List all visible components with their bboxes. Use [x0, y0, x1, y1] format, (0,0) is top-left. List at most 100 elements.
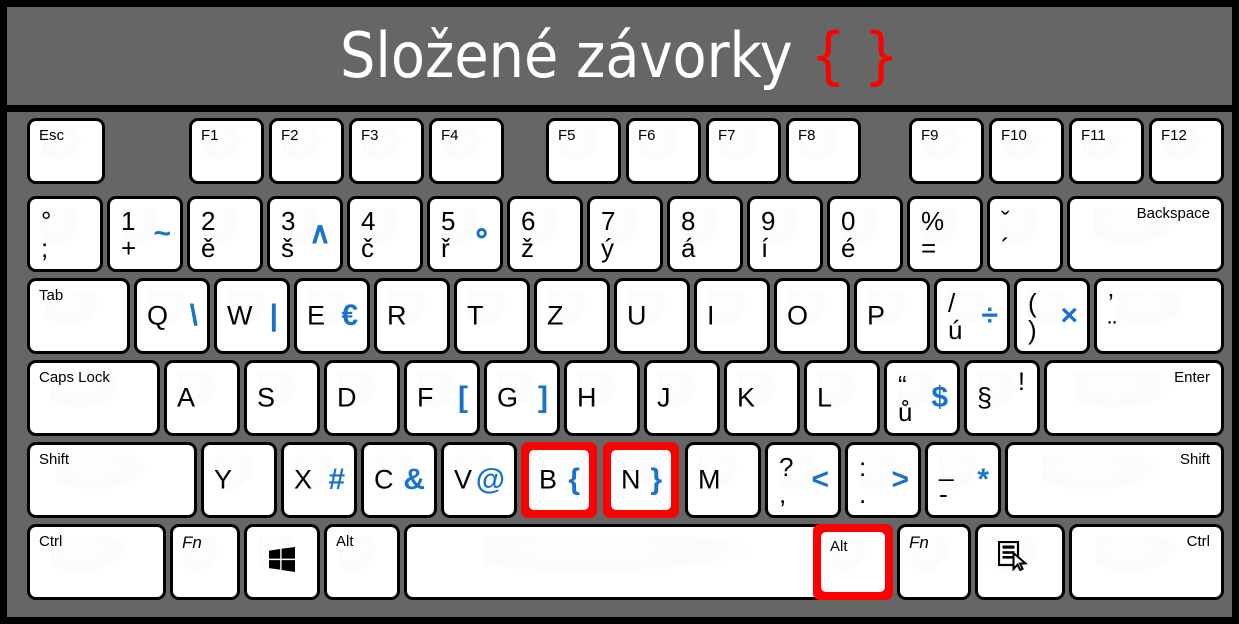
- key-paren-open-close[interactable]: () ×: [1014, 278, 1090, 354]
- key-alt-right[interactable]: Alt: [813, 524, 893, 600]
- key-base-legend: ): [1028, 315, 1037, 345]
- key-r[interactable]: R: [374, 278, 450, 354]
- key-backspace[interactable]: Backspace: [1067, 196, 1224, 272]
- key-altgr-legend: #: [328, 463, 345, 496]
- key-f7[interactable]: F7: [706, 118, 781, 184]
- key-primary-legend: M: [698, 464, 721, 495]
- key-h[interactable]: H: [564, 360, 640, 436]
- key-slash-uacute[interactable]: / ú ÷: [934, 278, 1010, 354]
- key-enter[interactable]: Enter: [1044, 360, 1224, 436]
- key-4-ccaron[interactable]: 4č: [347, 196, 423, 272]
- key-context-menu[interactable]: [975, 524, 1065, 600]
- key-d[interactable]: D: [324, 360, 400, 436]
- key-question-comma[interactable]: ?, <: [765, 442, 841, 518]
- key-n[interactable]: N}: [603, 442, 679, 518]
- key-0-eacute[interactable]: 0é: [827, 196, 903, 272]
- key-f4[interactable]: F4: [429, 118, 504, 184]
- key-ctrl-right[interactable]: Ctrl: [1069, 524, 1224, 600]
- key-face: 9í: [750, 199, 820, 269]
- key-face: K: [727, 363, 797, 433]
- key-x[interactable]: X #: [281, 442, 357, 518]
- keyboard-screenshot: Složené závorky { } Esc F1 F2 F3 F4 F5 F6 F7 F8 F…: [0, 0, 1239, 624]
- key-colon-period[interactable]: :. >: [845, 442, 921, 518]
- key-s[interactable]: S: [244, 360, 320, 436]
- key-alt-left[interactable]: Alt: [324, 524, 400, 600]
- key-7-yacute[interactable]: 7ý: [587, 196, 663, 272]
- key-f5[interactable]: F5: [546, 118, 621, 184]
- key-shift-legend: /: [948, 288, 956, 318]
- key-shift-legend: “: [898, 370, 907, 400]
- key-9-iacute[interactable]: 9í: [747, 196, 823, 272]
- key-j[interactable]: J: [644, 360, 720, 436]
- key-f[interactable]: F[: [404, 360, 480, 436]
- key-l[interactable]: L: [804, 360, 880, 436]
- key-8-aacute[interactable]: 8á: [667, 196, 743, 272]
- key-f12[interactable]: F12: [1149, 118, 1224, 184]
- key-shift-legend: ’: [1108, 288, 1114, 318]
- key-esc[interactable]: Esc: [27, 118, 105, 184]
- key-i[interactable]: I: [694, 278, 770, 354]
- key-a[interactable]: A: [164, 360, 240, 436]
- key-windows[interactable]: [244, 524, 320, 600]
- key-3-scaron[interactable]: 3 š ∧: [267, 196, 343, 272]
- key-percent-equals[interactable]: % =: [907, 196, 983, 272]
- key-caron-acute[interactable]: ˇ ´: [987, 196, 1063, 272]
- key-degree-semicolon[interactable]: °;: [27, 196, 103, 272]
- key-y[interactable]: Y: [201, 442, 277, 518]
- key-5-rcaron[interactable]: 5 ř ∘: [427, 196, 503, 272]
- key-f8[interactable]: F8: [786, 118, 861, 184]
- key-f2[interactable]: F2: [269, 118, 344, 184]
- key-q[interactable]: Q \: [134, 278, 210, 354]
- key-1-plus[interactable]: 1 + ~: [107, 196, 183, 272]
- key-label: Caps Lock: [39, 369, 110, 386]
- key-apostrophe-diaeresis[interactable]: ’ ¨: [1094, 278, 1224, 354]
- key-primary-legend: O: [787, 300, 809, 331]
- key-f3[interactable]: F3: [349, 118, 424, 184]
- key-f6[interactable]: F6: [626, 118, 701, 184]
- key-o[interactable]: O: [774, 278, 850, 354]
- key-t[interactable]: T: [454, 278, 530, 354]
- key-label: Alt: [336, 533, 354, 550]
- key-g[interactable]: G]: [484, 360, 560, 436]
- key-label: F12: [1161, 127, 1187, 144]
- key-fn-left[interactable]: Fn: [170, 524, 240, 600]
- key-label: Enter: [1174, 369, 1210, 386]
- key-m[interactable]: M: [685, 442, 761, 518]
- key-gloss: [483, 536, 752, 574]
- key-underscore-hyphen[interactable]: _ - *: [925, 442, 1001, 518]
- key-f10[interactable]: F10: [989, 118, 1064, 184]
- key-f11[interactable]: F11: [1069, 118, 1144, 184]
- key-k[interactable]: K: [724, 360, 800, 436]
- key-primary-legend: U: [627, 300, 647, 331]
- key-shift-left[interactable]: Shift: [27, 442, 197, 518]
- key-base-legend: í: [761, 233, 769, 263]
- key-shift-right[interactable]: Shift: [1005, 442, 1224, 518]
- key-shift-legend: _: [939, 452, 954, 482]
- key-w[interactable]: W |: [214, 278, 290, 354]
- key-label: Alt: [830, 538, 848, 555]
- key-caps-lock[interactable]: Caps Lock: [27, 360, 160, 436]
- key-6-zcaron[interactable]: 6ž: [507, 196, 583, 272]
- key-ctrl-left[interactable]: Ctrl: [27, 524, 166, 600]
- key-f9[interactable]: F9: [909, 118, 984, 184]
- title-main-text: Složené závorky: [340, 19, 811, 92]
- key-z[interactable]: Z: [534, 278, 610, 354]
- key-b[interactable]: B{: [521, 442, 597, 518]
- key-primary-legend: V: [454, 464, 473, 495]
- key-e[interactable]: E €: [294, 278, 370, 354]
- key-tab[interactable]: Tab: [27, 278, 130, 354]
- key-p[interactable]: P: [854, 278, 930, 354]
- key-face: 1 + ~: [110, 199, 180, 269]
- key-base-legend: ú: [948, 315, 963, 345]
- key-quote-uring[interactable]: “ů $: [884, 360, 960, 436]
- key-f1[interactable]: F1: [189, 118, 264, 184]
- key-u[interactable]: U: [614, 278, 690, 354]
- key-v[interactable]: V @: [441, 442, 517, 518]
- key-section-exclaim[interactable]: §!: [964, 360, 1040, 436]
- key-face: Z: [537, 281, 607, 351]
- key-c[interactable]: C &: [361, 442, 437, 518]
- key-2-ecaron[interactable]: 2ě: [187, 196, 263, 272]
- key-fn-right[interactable]: Fn: [897, 524, 971, 600]
- key-label: F11: [1081, 127, 1106, 144]
- key-face: P: [857, 281, 927, 351]
